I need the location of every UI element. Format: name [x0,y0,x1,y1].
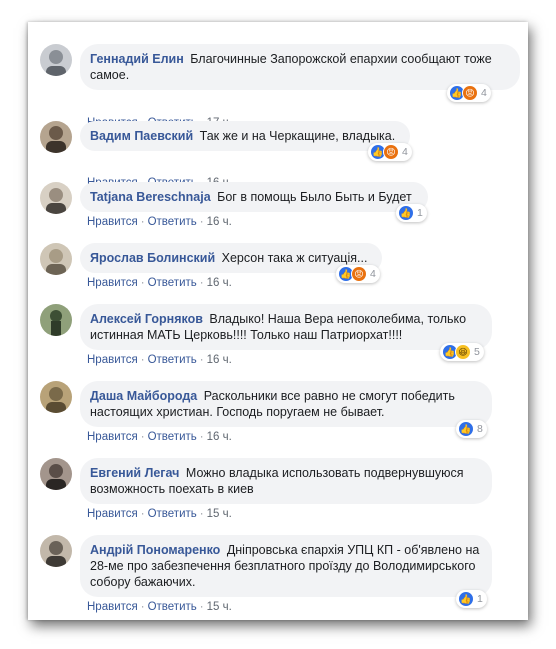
comment-bubble: Вадим Паевский Так же и на Черкащине, вл… [80,121,410,151]
comment-text: Бог в помощь Было Быть и Будет [217,190,412,204]
reaction-summary[interactable]: 👍 😡 4 [336,265,380,283]
like-reaction-icon: 👍 [458,591,474,607]
reply-link[interactable]: Ответить [148,601,197,613]
like-link[interactable]: Нравится [87,216,138,228]
reply-link[interactable]: Ответить [148,431,197,443]
comment-text: Так же и на Черкащине, владыка. [199,129,396,143]
comment-author[interactable]: Алексей Горняков [90,312,203,326]
angry-reaction-icon: 😡 [383,144,399,160]
comment-text: Херсон така ж ситуація... [221,251,368,265]
like-link[interactable]: Нравится [87,354,138,366]
reply-link[interactable]: Ответить [148,354,197,366]
comment-actions: Нравится · Ответить · 15 ч. [87,508,232,520]
like-link[interactable]: Нравится [87,508,138,520]
comment-author[interactable]: Даша Майборода [90,389,197,403]
comment-time[interactable]: 15 ч. [207,508,232,520]
reaction-count: 5 [474,346,480,358]
reaction-summary[interactable]: 👍 1 [396,204,427,222]
comment-author[interactable]: Андрій Пономаренко [90,543,220,557]
comment-author[interactable]: Евгений Легач [90,466,179,480]
reaction-summary[interactable]: 👍 😡 4 [447,84,491,102]
like-link[interactable]: Нравится [87,277,138,289]
comment-author[interactable]: Tatjana Bereschnaja [90,190,211,204]
like-reaction-icon: 👍 [398,205,414,221]
comment-time[interactable]: 16 ч. [207,431,232,443]
reaction-count: 1 [477,593,483,605]
comment-author[interactable]: Ярослав Болинский [90,251,215,265]
comment-bubble: Даша Майборода Раскольники все равно не … [80,381,492,427]
reaction-summary[interactable]: 👍 😡 4 [368,143,412,161]
comment-bubble: Евгений Легач Можно владыка использовать… [80,458,492,504]
comment-bubble: Алексей Горняков Владыко! Наша Вера непо… [80,304,492,350]
reaction-count: 4 [402,146,408,158]
comment-actions: Нравится·Ответить·16 ч. [87,216,232,228]
angry-reaction-icon: 😡 [462,85,478,101]
like-reaction-icon: 👍 [458,421,474,437]
comment-author[interactable]: Вадим Паевский [90,129,193,143]
comment-time[interactable]: 16 ч. [207,216,232,228]
comment-time[interactable]: 16 ч. [207,277,232,289]
comments-panel: Геннадий Елин Благочинные Запорожской еп… [28,22,528,620]
reaction-summary[interactable]: 👍 😆 5 [440,343,484,361]
angry-reaction-icon: 😡 [351,266,367,282]
comment-time[interactable]: 15 ч. [207,601,232,613]
avatar[interactable] [40,304,72,336]
comment-actions: Нравится·Ответить·16 ч. [87,354,232,366]
avatar[interactable] [40,182,72,214]
comment-bubble: Андрій Пономаренко Дніпровська єпархія У… [80,535,492,597]
haha-reaction-icon: 😆 [455,344,471,360]
avatar[interactable] [40,243,72,275]
reply-link[interactable]: Ответить [148,277,197,289]
reply-link[interactable]: Ответить [148,216,197,228]
avatar[interactable] [40,121,72,153]
reaction-summary[interactable]: 👍 1 [456,590,487,608]
avatar[interactable] [40,381,72,413]
reaction-summary[interactable]: 👍 8 [456,420,487,438]
avatar[interactable] [40,458,72,490]
reaction-count: 8 [477,423,483,435]
comment-author[interactable]: Геннадий Елин [90,52,184,66]
reaction-count: 1 [417,207,423,219]
comment-time[interactable]: 16 ч. [207,354,232,366]
reaction-count: 4 [481,87,487,99]
reaction-count: 4 [370,268,376,280]
comment-bubble: Tatjana Bereschnaja Бог в помощь Было Бы… [80,182,428,212]
avatar[interactable] [40,44,72,76]
comment-actions: Нравится · Ответить · 15 ч. [87,601,232,613]
comment-actions: Нравится·Ответить·16 ч. [87,277,232,289]
reply-link[interactable]: Ответить [148,508,197,520]
comment-actions: Нравится·Ответить·16 ч. [87,431,232,443]
like-link[interactable]: Нравится [87,601,138,613]
avatar[interactable] [40,535,72,567]
like-link[interactable]: Нравится [87,431,138,443]
